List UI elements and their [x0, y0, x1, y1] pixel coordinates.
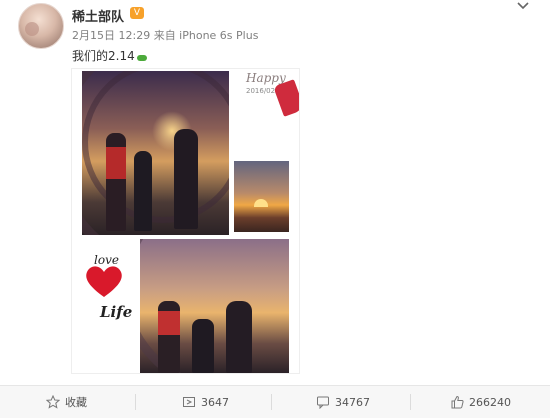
sun-icon: [254, 199, 268, 207]
action-bar: 收藏 3647 34767 266240: [0, 386, 550, 418]
favorite-label: 收藏: [65, 396, 87, 409]
photo-collage[interactable]: Happy 2016/02 love Life: [71, 68, 300, 374]
username[interactable]: 稀土部队: [72, 6, 124, 25]
repost-icon: [182, 395, 196, 409]
favorite-button[interactable]: 收藏: [46, 386, 87, 418]
emoji-icon: [137, 55, 147, 61]
chevron-down-icon[interactable]: [516, 0, 530, 12]
vip-badge-icon: V: [130, 7, 144, 19]
person-silhouette: [158, 301, 180, 373]
tunnel-photo-1[interactable]: [82, 71, 229, 235]
like-count: 266240: [469, 395, 511, 409]
weibo-post: 稀土部队 V 2月15日 12:29 来自 iPhone 6s Plus 我们的…: [0, 0, 550, 418]
heart-icon: [86, 266, 122, 297]
person-silhouette: [226, 301, 252, 373]
happy-date: 2016/02: [246, 87, 276, 95]
person-silhouette: [134, 151, 152, 231]
separator: [135, 394, 136, 410]
repost-button[interactable]: 3647: [182, 386, 229, 418]
sunset-photo[interactable]: [234, 161, 289, 232]
life-caption: Life: [100, 303, 133, 321]
comment-icon: [316, 395, 330, 409]
post-text: 我们的2.14: [72, 49, 135, 63]
ribbon-bow-icon: [273, 79, 299, 117]
post-meta: 2月15日 12:29 来自 iPhone 6s Plus: [72, 29, 259, 42]
separator: [410, 394, 411, 410]
separator: [271, 394, 272, 410]
person-silhouette: [192, 319, 214, 373]
comment-button[interactable]: 34767: [316, 386, 370, 418]
comment-count: 34767: [335, 395, 370, 409]
tunnel-photo-2[interactable]: [140, 239, 289, 373]
star-icon: [46, 395, 60, 409]
repost-count: 3647: [201, 395, 229, 409]
avatar[interactable]: [18, 3, 64, 49]
thumbs-up-icon: [450, 395, 464, 409]
person-silhouette: [106, 133, 126, 231]
happy-caption: Happy: [246, 71, 286, 85]
person-silhouette: [174, 129, 198, 229]
like-button[interactable]: 266240: [450, 386, 511, 418]
